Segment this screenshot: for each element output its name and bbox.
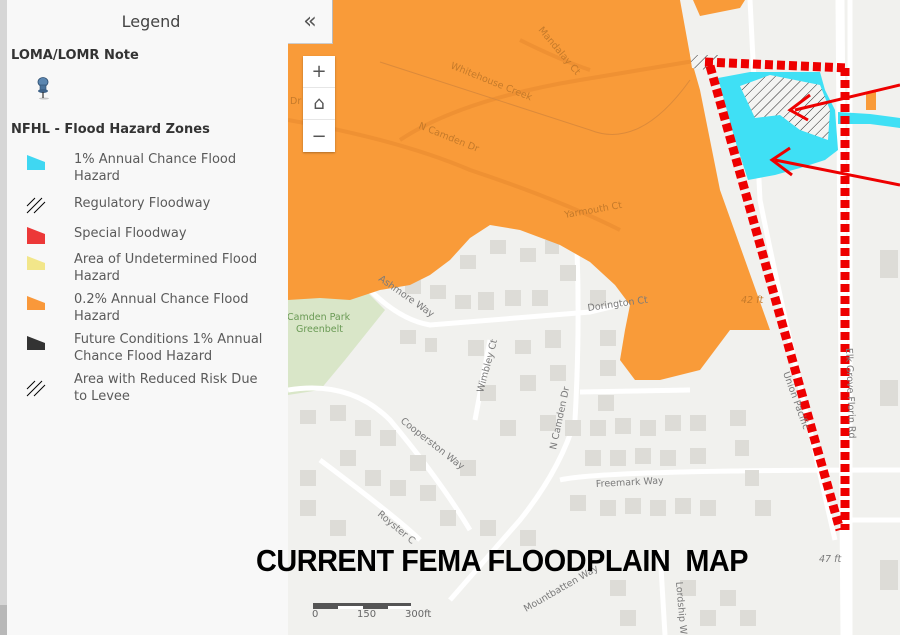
hatch-swatch-icon — [26, 380, 46, 397]
pushpin-icon — [31, 76, 55, 100]
legend-label: 1% Annual Chance Flood Hazard — [74, 152, 237, 184]
double-chevron-left-icon: « — [303, 9, 317, 34]
minus-icon: − — [311, 125, 327, 147]
legend-label: 0.2% Annual Chance Flood Hazard — [74, 292, 249, 324]
zoom-control: + ⌂ − — [303, 56, 335, 152]
future-conditions-swatch-icon — [27, 336, 45, 350]
legend-panel: Legend LOMA/LOMR Note NFHL - Flood Hazar… — [0, 0, 288, 635]
hatch-swatch-icon — [26, 197, 46, 214]
scale-label-150: 150 — [357, 609, 377, 620]
map-overlay-title: CURRENT FEMA FLOODPLAIN MAP — [256, 543, 749, 578]
flood-02pct-swatch-icon — [27, 296, 45, 310]
scale-label-300: 300ft — [405, 609, 432, 620]
special-floodway-swatch-icon — [27, 227, 45, 244]
zoom-out-button[interactable]: − — [303, 120, 335, 152]
scale-label-0: 0 — [312, 609, 319, 620]
home-button[interactable]: ⌂ — [303, 88, 335, 120]
park-label-1: Camden Park — [288, 312, 351, 323]
street-label-dr: Dr — [290, 96, 301, 107]
zoom-in-button[interactable]: + — [303, 56, 335, 88]
elevation-label-47: 47 ft — [819, 554, 842, 565]
plus-icon: + — [311, 61, 327, 82]
legend-label: Future Conditions 1% Annual Chance Flood… — [74, 332, 263, 364]
nfhl-section-title: NFHL - Flood Hazard Zones — [11, 122, 210, 137]
legend-label: Area of Undetermined Flood Hazard — [74, 252, 258, 284]
undetermined-swatch-icon — [27, 256, 45, 270]
basemap: Mandalay Ct Whitehouse Creek N Camden Dr… — [288, 0, 900, 635]
map-canvas[interactable]: Mandalay Ct Whitehouse Creek N Camden Dr… — [288, 0, 900, 635]
elevation-label-42: 42 ft — [741, 295, 764, 306]
park-label-2: Greenbelt — [296, 324, 343, 335]
legend-title: Legend — [121, 12, 181, 31]
panel-edge — [0, 605, 7, 635]
legend-label: Regulatory Floodway — [74, 196, 211, 211]
legend-label: Special Floodway — [74, 226, 187, 241]
legend-label: Area with Reduced Risk Due to Levee — [74, 372, 258, 404]
flood-1pct-swatch-icon — [27, 155, 45, 170]
home-icon: ⌂ — [313, 93, 325, 114]
loma-section-title: LOMA/LOMR Note — [11, 48, 139, 63]
collapse-legend-button[interactable]: « — [288, 0, 333, 44]
